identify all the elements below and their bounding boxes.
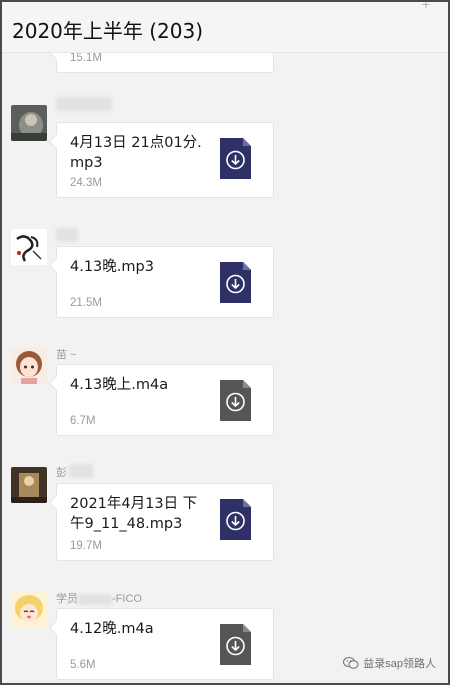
file-size: 24.3M <box>70 177 102 189</box>
sender-name: 苗 ~ <box>56 349 77 361</box>
file-message[interactable]: 4.12晚.m4a 5.6M <box>56 608 274 680</box>
sender-name: 彭 <box>56 467 67 479</box>
download-file-icon[interactable] <box>220 499 251 540</box>
chat-title: 2020年上半年 (203) <box>12 19 204 43</box>
avatar[interactable] <box>11 348 47 384</box>
file-name: 4.13晚.mp3 <box>70 259 154 275</box>
file-message[interactable]: 4.13晚上.m4a 6.7M <box>56 364 274 436</box>
plus-icon[interactable]: + <box>422 2 430 12</box>
file-name: 2021年4月13日 下午9_11_48.mp3 <box>70 496 198 532</box>
sender-name: 学员 -FICO <box>56 593 142 605</box>
file-message[interactable]: 4月13日 21点01分.mp3 24.3M <box>56 122 274 198</box>
chat-window: 2020年上半年 (203) + 15.1M 4月13日 21点01分.mp3 <box>0 0 450 685</box>
file-size: 15.1M <box>70 53 102 64</box>
file-message[interactable]: 15.1M <box>56 53 274 73</box>
file-name: 4.12晚.m4a <box>70 621 154 637</box>
file-size: 21.5M <box>70 297 102 309</box>
file-size: 5.6M <box>70 659 96 671</box>
sender-name-redacted <box>69 464 93 478</box>
file-message[interactable]: 4.13晚.mp3 21.5M <box>56 246 274 318</box>
download-file-icon[interactable] <box>220 138 251 179</box>
message-list[interactable]: 15.1M 4月13日 21点01分.mp3 24.3M 4.13晚.mp3 2… <box>2 53 448 683</box>
watermark-text: 益录sap领路人 <box>363 658 436 670</box>
avatar[interactable] <box>11 592 47 628</box>
avatar[interactable] <box>11 229 47 265</box>
file-size: 6.7M <box>70 415 96 427</box>
sender-name-redacted <box>78 593 112 605</box>
watermark: 益录sap领路人 <box>343 655 436 671</box>
wechat-icon <box>343 657 359 669</box>
avatar[interactable] <box>11 467 47 503</box>
file-size: 19.7M <box>70 540 102 552</box>
download-file-icon[interactable] <box>220 380 251 421</box>
file-name: 4.13晚上.m4a <box>70 377 169 393</box>
sender-name-redacted <box>56 228 78 242</box>
chat-header: 2020年上半年 (203) + <box>2 2 448 53</box>
file-name: 4月13日 21点01分.mp3 <box>70 135 202 171</box>
sender-name-redacted <box>56 97 112 111</box>
avatar[interactable] <box>11 105 47 141</box>
file-message[interactable]: 2021年4月13日 下午9_11_48.mp3 19.7M <box>56 483 274 561</box>
download-file-icon[interactable] <box>220 624 251 665</box>
download-file-icon[interactable] <box>220 262 251 303</box>
